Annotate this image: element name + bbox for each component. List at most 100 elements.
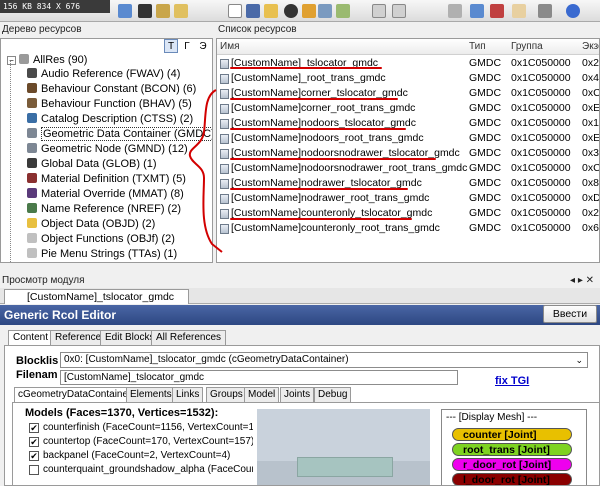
module-document-tab[interactable]: [CustomName]_tslocator_gmdc [4,289,190,304]
model-label: counterquaint_groundshadow_alpha (FaceCo… [43,464,253,475]
tree-item[interactable]: Material Definition (TXMT) (5) [25,172,186,187]
resource-type-icon [27,233,37,243]
tree-item[interactable]: Material Override (MMAT) (8) [25,187,184,202]
cut-icon[interactable] [448,4,462,18]
model-checkbox[interactable]: ✔ [29,423,39,433]
module-view-title: Просмотр модуля ◂ ▸ ✕ [0,274,600,288]
resource-type-icon [27,128,37,138]
tag-icon[interactable] [174,4,188,18]
joint-pill[interactable]: l_door_rot [Joint] [452,473,572,485]
model-checkbox[interactable]: ✔ [29,437,39,447]
tree-item[interactable]: Audio Reference (FWAV) (4) [25,67,180,82]
column-type[interactable]: Тип [469,41,486,52]
hat-icon[interactable] [138,4,152,18]
undo-icon[interactable] [470,4,484,18]
tree-item-label: Catalog Description (CTSS) (2) [41,113,194,125]
tree-item-label: Object Functions (OBJf) (2) [41,233,175,245]
tree-item-label: Audio Reference (FWAV) (4) [41,68,181,80]
close-file-icon[interactable] [284,4,298,18]
new-icon[interactable] [228,4,242,18]
tree-tab-instance[interactable]: Э [196,39,210,53]
joint-pill[interactable]: root_trans [Joint] [452,443,572,456]
resource-row[interactable]: [CustomName]nodoors_root_trans_gmdc GMDC 0… [217,131,599,146]
filename-field[interactable]: [CustomName]_tslocator_gmdc [60,370,458,385]
model-checkbox[interactable] [29,465,39,475]
tree-item-label: Pie Menu Strings (TTAs) (1) [41,248,178,260]
tab-elements[interactable]: Elements [126,387,176,402]
joint-pill[interactable]: counter [Joint] [452,428,572,441]
module-view-label: Просмотр модуля [2,275,85,286]
collapse-icon[interactable]: − [7,56,16,65]
resource-type-icon [27,113,37,123]
model-checkbox[interactable]: ✔ [29,451,39,461]
chevron-down-icon: ⌄ [575,355,583,365]
resource-type-icon [27,203,37,213]
tree-item[interactable]: Object Functions (OBJf) (2) [25,232,175,247]
tree-item[interactable]: Geometric Node (GMND) (12) [25,142,188,157]
redo-icon[interactable] [490,4,504,18]
module-tab-controls[interactable]: ◂ ▸ ✕ [570,274,594,287]
save-icon[interactable] [246,4,260,18]
resource-type: GMDC [469,57,502,69]
resource-name: [CustomName]counteronly_root_trans_gmdc [231,222,440,234]
fix-tgi-link[interactable]: fix TGI [495,375,529,387]
copy-icon[interactable] [392,4,406,18]
tree-item[interactable]: Global Data (GLOB) (1) [25,157,157,172]
model-row: ✔ countertop (FaceCount=170, VertexCount=… [29,435,253,449]
column-group[interactable]: Группа [511,41,543,52]
tree-item[interactable]: Name Reference (NREF) (2) [25,202,181,217]
apply-button[interactable]: Ввести [543,305,597,323]
star-icon[interactable] [302,4,316,18]
hand-icon[interactable] [512,4,526,18]
tree-item[interactable]: Behaviour Function (BHAV) (5) [25,97,192,112]
tree-root[interactable]: − AllRes (90) [7,54,87,66]
lock-icon[interactable] [156,4,170,18]
resource-list[interactable]: Имя Тип Группа Экзе [CustomName]_tslocat… [216,38,600,263]
tab-content[interactable]: Content [8,330,54,346]
tree-item[interactable]: Catalog Description (CTSS) (2) [25,112,193,127]
resource-row[interactable]: [CustomName]counteronly_root_trans_gmdc G… [217,221,599,236]
tab-groups[interactable]: Groups [206,387,247,402]
view-icon[interactable] [538,4,552,18]
tab-debug[interactable]: Debug [314,387,352,402]
back-icon[interactable] [118,4,132,18]
image-icon[interactable] [336,4,350,18]
resource-group: 0x1C050000 [511,222,571,234]
tree-item[interactable]: Behaviour Constant (BCON) (6) [25,82,196,97]
resource-type-icon [27,218,37,228]
joint-pill[interactable]: r_door_rot [Joint] [452,458,572,471]
blocklist-select[interactable]: 0x0: [CustomName]_tslocator_gmdc (cGeome… [60,352,588,368]
tree-item-label: Behaviour Function (BHAV) (5) [41,98,192,110]
tab-model[interactable]: Model [244,387,280,402]
tab-reference[interactable]: Reference [50,330,107,345]
resource-name: [CustomName]corner_root_trans_gmdc [231,102,416,114]
tab-geometry-data-container[interactable]: cGeometryDataContainer [14,387,136,402]
help-icon[interactable] [566,4,580,18]
resource-row[interactable]: [CustomName]nodoorsnodrawer_root_trans_g… [217,161,599,176]
resource-group: 0x1C050000 [511,162,571,174]
grid-icon[interactable] [318,4,332,18]
tree-tab-type[interactable]: Т [164,39,178,53]
mesh-preview[interactable] [257,409,430,485]
tab-all-references[interactable]: All References [151,330,227,345]
column-name[interactable]: Имя [220,41,239,52]
resource-instance: 0x8D [582,177,599,189]
resource-instance: 0x6B [582,222,599,234]
tree-tab-group[interactable]: Г [180,39,194,53]
resource-row[interactable]: [CustomName]_root_trans_gmdc GMDC 0x1C0500… [217,71,599,86]
column-instance[interactable]: Экзе [582,41,599,52]
tree-item[interactable]: Object Data (OBJD) (2) [25,217,155,232]
tree-item[interactable]: Pie Menu Strings (TTAs) (1) [25,247,177,262]
resource-type: GMDC [469,87,502,99]
tab-joints[interactable]: Joints [280,387,315,402]
folder-icon[interactable] [264,4,278,18]
tab-links[interactable]: Links [172,387,204,402]
tree-item[interactable]: Geometric Data Container (GMDC) [25,127,212,142]
resource-name: [CustomName]nodoorsnodrawer_root_trans_g… [231,162,468,174]
paste-icon[interactable] [372,4,386,18]
resource-row[interactable]: [CustomName]nodrawer_root_trans_gmdc GMDC… [217,191,599,206]
resource-tree[interactable]: Т Г Э − AllRes (90) Audio Reference (FWAV… [0,38,213,263]
filename-label: Filenam [16,369,58,381]
gmdc-file-icon [220,74,229,84]
resource-row[interactable]: [CustomName]corner_root_trans_gmdc GMDC 0x… [217,101,599,116]
